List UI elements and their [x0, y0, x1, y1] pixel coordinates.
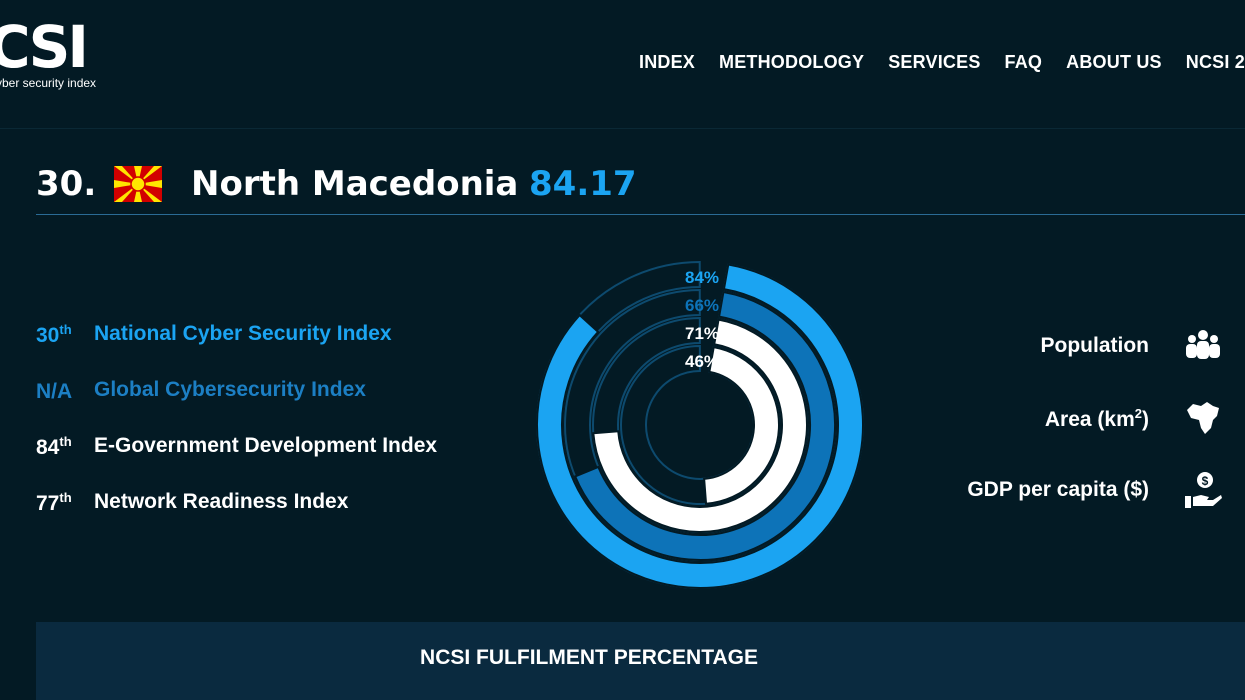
stat-label: Population: [1040, 334, 1150, 357]
nav-services[interactable]: SERVICES: [888, 52, 980, 73]
chart-value-label: 46%: [685, 352, 719, 371]
country-score: 84.17: [529, 164, 637, 204]
stat-population: Population: [945, 326, 1245, 366]
chart-value-label: 66%: [685, 296, 719, 315]
index-rank: 84th: [36, 434, 72, 459]
country-rank: 30.: [36, 164, 97, 204]
stat-label: GDP per capita ($): [967, 478, 1149, 501]
north-macedonia-flag-icon: [114, 166, 162, 202]
map-icon: [1187, 402, 1219, 434]
index-name: Global Cybersecurity Index: [94, 378, 366, 401]
stat-area: Area (km2): [945, 398, 1245, 438]
index-name: E-Government Development Index: [94, 434, 438, 457]
nav-methodology[interactable]: METHODOLOGY: [719, 52, 864, 73]
nav-ncsi-year[interactable]: NCSI 201: [1186, 52, 1245, 73]
people-icon: [1186, 330, 1220, 359]
index-rank: 30th: [36, 322, 72, 347]
chart-value-label: 71%: [685, 324, 719, 343]
site-header: CSI yber security index INDEX METHODOLOGY…: [0, 0, 1245, 129]
index-rank: N/A: [36, 380, 73, 403]
radial-progress-chart: 84% 66% 71% 46%: [536, 260, 864, 589]
nav-faq[interactable]: FAQ: [1005, 52, 1043, 73]
money-hand-icon: $: [1185, 472, 1222, 508]
index-name: National Cyber Security Index: [94, 322, 392, 345]
country-name: North Macedonia: [191, 164, 519, 204]
logo[interactable]: CSI yber security index: [0, 16, 96, 90]
fulfilment-section: NCSI FULFILMENT PERCENTAGE: [36, 622, 1245, 700]
index-name: Network Readiness Index: [94, 490, 349, 513]
index-rank: 77th: [36, 490, 72, 515]
logo-mark: CSI: [0, 13, 89, 81]
stat-gdp: GDP per capita ($) $: [945, 470, 1245, 510]
logo-tagline: yber security index: [0, 76, 97, 90]
fulfilment-title: NCSI FULFILMENT PERCENTAGE: [420, 646, 758, 669]
stat-label: Area (km2): [1044, 406, 1149, 431]
chart-value-label: 84%: [685, 268, 719, 287]
main-nav: INDEX METHODOLOGY SERVICES FAQ ABOUT US NCSI …: [639, 52, 1245, 73]
nav-about-us[interactable]: ABOUT US: [1066, 52, 1162, 73]
svg-text:$: $: [1202, 474, 1209, 488]
nav-index[interactable]: INDEX: [639, 52, 695, 73]
country-title-row: 30. North Macedonia 84.17: [36, 160, 1245, 215]
